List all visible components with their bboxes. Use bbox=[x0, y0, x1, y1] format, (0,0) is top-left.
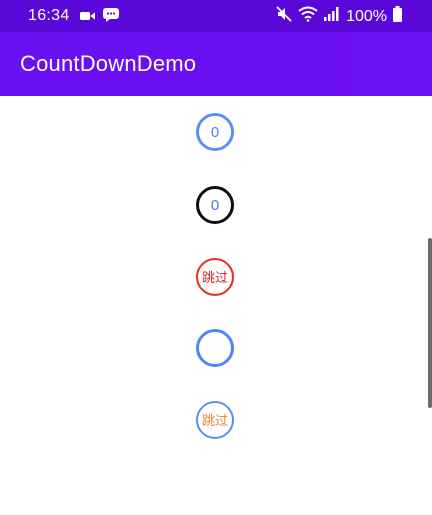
status-right-icons: 100% bbox=[276, 6, 402, 27]
skip-label: 跳过 bbox=[201, 412, 228, 428]
countdown-label: 0 bbox=[210, 196, 220, 214]
countdown-label: 0 bbox=[210, 123, 220, 141]
chat-icon bbox=[103, 8, 119, 27]
skip-label: 跳过 bbox=[201, 269, 228, 285]
countdown-button-4[interactable] bbox=[196, 329, 234, 367]
scrollbar[interactable] bbox=[428, 238, 432, 408]
video-icon bbox=[80, 9, 95, 27]
countdown-list: 0 0 跳过 跳过 bbox=[0, 96, 432, 515]
mute-icon bbox=[276, 6, 292, 27]
battery-icon bbox=[393, 6, 402, 27]
countdown-button-2[interactable]: 0 bbox=[196, 186, 234, 224]
countdown-button-1[interactable]: 0 bbox=[196, 113, 234, 151]
signal-icon bbox=[324, 7, 340, 26]
app-title: CountDownDemo bbox=[20, 51, 197, 76]
skip-button-orange[interactable]: 跳过 bbox=[196, 401, 234, 439]
status-bar: 16:34 100% bbox=[0, 0, 432, 32]
app-bar: CountDownDemo bbox=[0, 32, 432, 96]
skip-button-red[interactable]: 跳过 bbox=[196, 258, 234, 296]
status-left-icons bbox=[80, 8, 119, 27]
wifi-icon bbox=[298, 6, 318, 27]
status-time: 16:34 bbox=[28, 7, 70, 24]
battery-percent: 100% bbox=[346, 7, 387, 25]
